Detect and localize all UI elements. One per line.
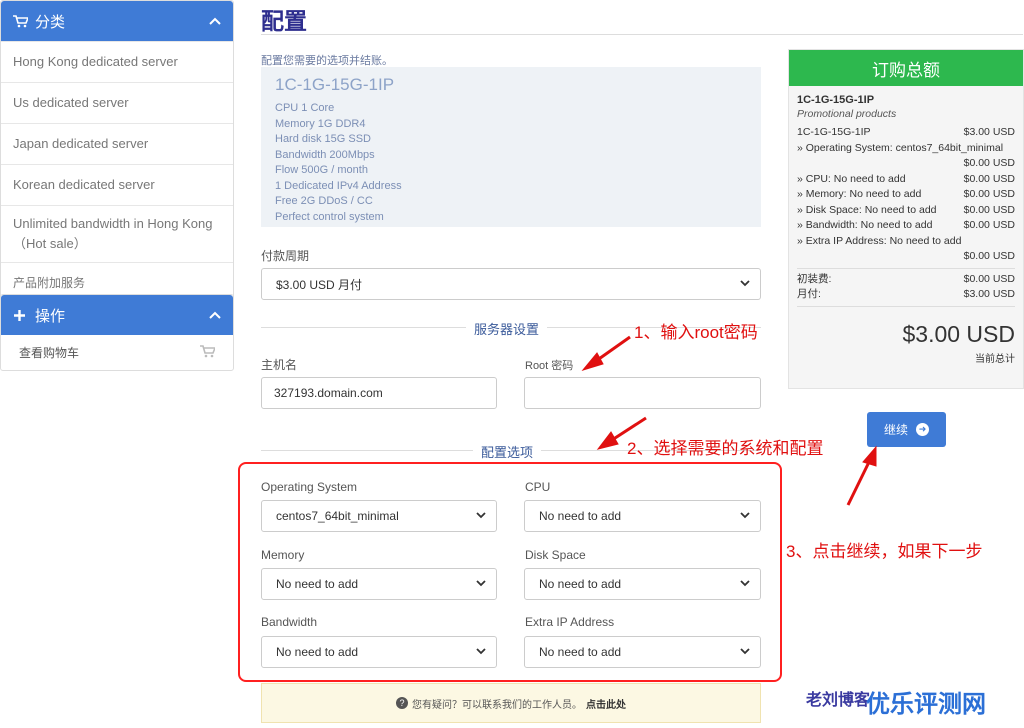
watermark-right: 优乐评测网: [866, 691, 986, 718]
annotation-arrow-1: [595, 335, 631, 363]
annotation-step-3: 3、点击继续，如果下一步: [786, 542, 983, 561]
annotation-step-2: 2、选择需要的系统和配置: [627, 439, 824, 458]
annotation-arrow-3: [846, 459, 872, 506]
watermark-left: 老刘博客: [806, 692, 871, 709]
annotation-step-1: 1、输入root密码: [634, 323, 758, 342]
annotation-arrows: [581, 335, 877, 506]
